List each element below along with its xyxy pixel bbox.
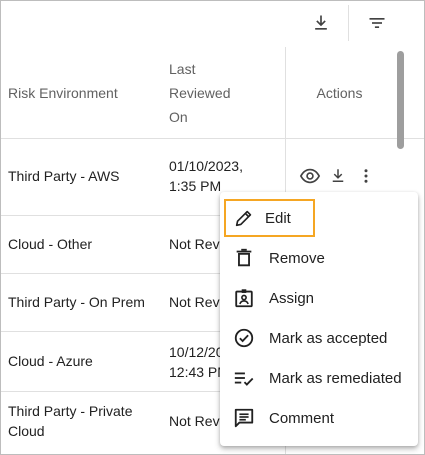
- trash-icon: [232, 246, 256, 270]
- table-header: Risk Environment Last Reviewed On Action…: [1, 47, 424, 139]
- menu-item-assign[interactable]: Assign: [226, 278, 416, 318]
- menu-item-mark-as-remediated[interactable]: Mark as remediated: [226, 358, 416, 398]
- pencil-icon: [232, 206, 256, 230]
- menu-item-label: Comment: [269, 409, 335, 427]
- more-vert-icon: [364, 169, 368, 183]
- header-line: Last: [169, 61, 196, 77]
- risk-environment-cell: Third Party - Private Cloud: [8, 401, 158, 441]
- column-header-risk-environment[interactable]: Risk Environment: [8, 81, 118, 105]
- download-button[interactable]: [304, 7, 338, 39]
- row-download-button[interactable]: [327, 165, 349, 187]
- menu-item-label: Assign: [269, 289, 315, 307]
- menu-item-label: Edit: [265, 209, 291, 227]
- view-button[interactable]: [299, 165, 321, 187]
- filter-icon: [369, 18, 385, 28]
- risk-environment-cell: Third Party - On Prem: [8, 294, 145, 310]
- risk-environment-cell: Cloud - Azure: [8, 353, 93, 369]
- eye-icon: [299, 168, 321, 184]
- menu-item-remove[interactable]: Remove: [226, 238, 416, 278]
- download-icon: [315, 15, 327, 30]
- assign-badge-icon: [232, 286, 256, 310]
- row-actions: [299, 165, 377, 187]
- risk-environment-cell: Cloud - Other: [8, 236, 93, 252]
- risk-line: Cloud: [8, 423, 45, 439]
- menu-item-edit[interactable]: Edit: [224, 199, 315, 237]
- risk-environment-cell: Third Party - AWS: [8, 168, 120, 184]
- menu-item-comment[interactable]: Comment: [226, 398, 416, 438]
- reviewed-line: 01/10/2023,: [169, 158, 243, 174]
- menu-item-label: Mark as remediated: [269, 369, 402, 387]
- last-reviewed-cell: 01/10/2023, 1:35 PM: [169, 156, 279, 196]
- header-line: Reviewed: [169, 85, 231, 101]
- checklist-icon: [232, 366, 256, 390]
- column-header-actions: Actions: [285, 47, 393, 139]
- more-options-button[interactable]: [355, 165, 377, 187]
- risk-line: Third Party - Private: [8, 403, 133, 419]
- download-icon: [332, 169, 344, 182]
- column-header-last-reviewed-on[interactable]: Last Reviewed On: [169, 57, 269, 129]
- table-panel: Risk Environment Last Reviewed On Action…: [0, 0, 425, 455]
- header-line: On: [169, 109, 188, 125]
- filter-button[interactable]: [360, 7, 394, 39]
- table-toolbar: [1, 1, 424, 47]
- menu-item-label: Mark as accepted: [269, 329, 388, 347]
- check-circle-icon: [232, 326, 256, 350]
- toolbar-divider: [348, 5, 349, 41]
- scrollbar-thumb[interactable]: [397, 51, 404, 149]
- comment-icon: [232, 406, 256, 430]
- menu-item-mark-as-accepted[interactable]: Mark as accepted: [226, 318, 416, 358]
- row-context-menu: Edit Remove Assign Mark as accepted Mark…: [220, 192, 418, 446]
- menu-item-label: Remove: [269, 249, 325, 267]
